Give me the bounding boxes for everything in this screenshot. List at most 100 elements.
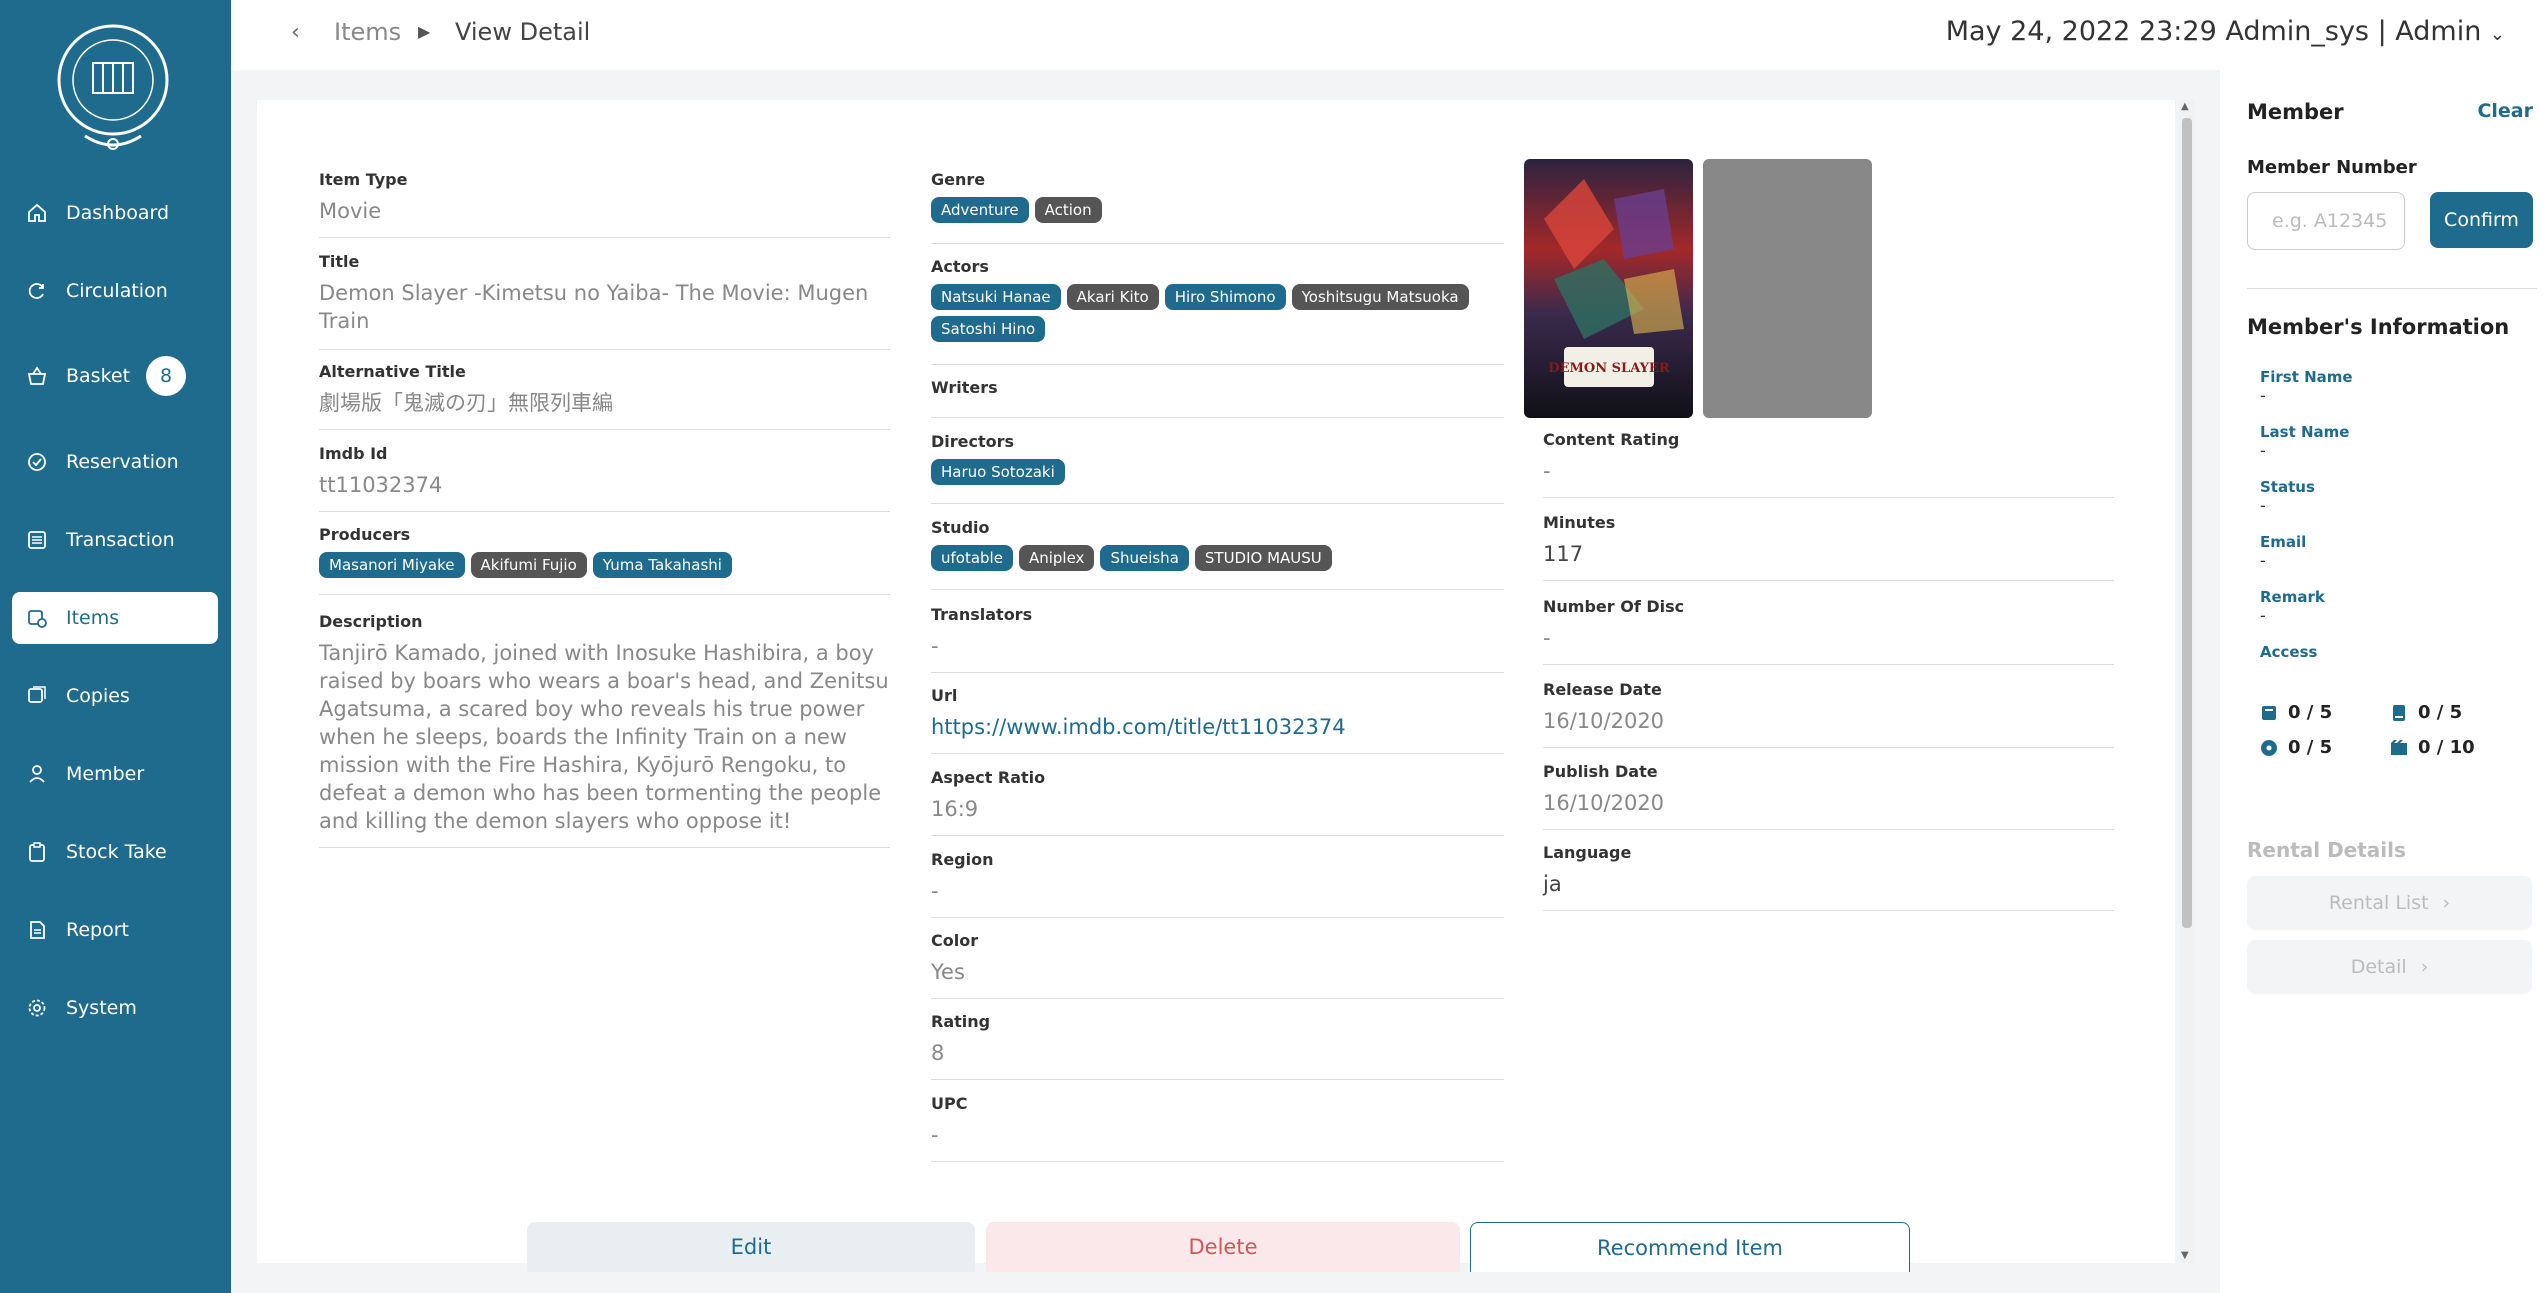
info-last-name: Last Name - — [2260, 423, 2350, 460]
field-studio: Studio ufotable Aniplex Shueisha STUDIO … — [931, 518, 1504, 590]
producer-tag: Akifumi Fujio — [470, 552, 587, 578]
sidebar-item-label: Report — [66, 919, 129, 941]
member-panel-title: Member — [2247, 100, 2344, 124]
actor-tag: Satoshi Hino — [931, 316, 1046, 342]
studio-tag: Aniplex — [1018, 545, 1095, 571]
breadcrumb-separator-icon: ▶ — [418, 22, 431, 41]
actor-tag: Yoshitsugu Matsuoka — [1291, 284, 1469, 310]
genre-tag: Adventure — [931, 197, 1029, 223]
field-url: Url https://www.imdb.com/title/tt1103237… — [931, 686, 1504, 754]
recommend-item-button[interactable]: Recommend Item — [1470, 1222, 1910, 1272]
quota-film: 0 / 10 — [2390, 737, 2475, 758]
actor-tag: Akari Kito — [1066, 284, 1159, 310]
sidebar-item-label: Circulation — [66, 280, 168, 302]
sidebar-item-basket[interactable]: Basket 8 — [12, 350, 218, 402]
book-stack-icon — [2260, 704, 2278, 722]
poster-image[interactable]: DEMON SLAYER — [1524, 159, 1693, 418]
sidebar-item-report[interactable]: Report — [12, 904, 218, 956]
rental-list-button[interactable]: Rental List › — [2247, 876, 2532, 930]
chevron-down-icon: ⌄ — [2489, 24, 2505, 45]
field-imdb-id: Imdb Id tt11032374 — [319, 444, 890, 512]
confirm-button[interactable]: Confirm — [2430, 192, 2533, 248]
actor-tag: Hiro Shimono — [1164, 284, 1286, 310]
clipboard-icon — [24, 839, 50, 865]
field-color: Color Yes — [931, 931, 1504, 999]
delete-button[interactable]: Delete — [986, 1222, 1460, 1272]
info-email: Email - — [2260, 533, 2307, 570]
field-language: Language ja — [1543, 843, 2114, 911]
sidebar-item-dashboard[interactable]: Dashboard — [12, 187, 218, 239]
breadcrumb-current: View Detail — [455, 18, 591, 46]
document-icon — [24, 917, 50, 943]
sidebar-item-items[interactable]: Items — [12, 592, 218, 644]
clear-button[interactable]: Clear — [2477, 100, 2533, 122]
sidebar-item-reservation[interactable]: Reservation — [12, 436, 218, 488]
quota-disc: 0 / 5 — [2260, 737, 2332, 758]
sidebar-item-circulation[interactable]: Circulation — [12, 265, 218, 317]
genre-tag: Action — [1034, 197, 1102, 223]
field-alternative-title: Alternative Title 劇場版「鬼滅の刃」無限列車編 — [319, 362, 890, 430]
quota-book-stack: 0 / 5 — [2260, 702, 2332, 723]
field-publish-date: Publish Date 16/10/2020 — [1543, 762, 2114, 830]
sidebar: Dashboard Circulation Basket 8 Reservati… — [0, 0, 231, 1293]
field-content-rating: Content Rating - — [1543, 430, 2114, 498]
field-producers: Producers Masanori Miyake Akifumi Fujio … — [319, 525, 890, 595]
scrollbar-thumb[interactable] — [2182, 118, 2192, 928]
member-number-label: Member Number — [2247, 157, 2417, 178]
quota-book: 0 / 5 — [2390, 702, 2462, 723]
basket-count-badge: 8 — [146, 356, 187, 396]
poster-placeholder[interactable] — [1703, 159, 1872, 418]
divider — [2247, 288, 2537, 289]
field-rating: Rating 8 — [931, 1012, 1504, 1080]
sidebar-item-label: Stock Take — [66, 841, 167, 863]
info-status: Status - — [2260, 478, 2315, 515]
refresh-icon — [24, 278, 50, 304]
sidebar-item-label: Copies — [66, 685, 130, 707]
user-datetime-menu[interactable]: May 24, 2022 23:29 Admin_sys | Admin ⌄ — [1946, 16, 2505, 47]
back-chevron-icon[interactable]: ‹ — [291, 20, 300, 45]
poster-title-text: DEMON SLAYER — [1548, 361, 1669, 376]
breadcrumb-items[interactable]: Items — [334, 18, 401, 46]
edit-button[interactable]: Edit — [527, 1222, 975, 1272]
scroll-up-arrow-icon[interactable]: ▲ — [2181, 101, 2189, 112]
detail-button[interactable]: Detail › — [2247, 940, 2532, 994]
sidebar-item-label: System — [66, 997, 137, 1019]
chevron-right-icon: › — [2420, 956, 2429, 978]
sidebar-item-label: Basket — [66, 365, 131, 387]
top-header: ‹ Items ▶ View Detail May 24, 2022 23:29… — [231, 0, 2545, 70]
info-remark: Remark - — [2260, 588, 2325, 625]
film-icon — [2390, 739, 2408, 757]
club-logo — [57, 24, 169, 150]
field-number-of-disc: Number Of Disc - — [1543, 597, 2114, 665]
user-icon — [24, 761, 50, 787]
gear-icon — [24, 995, 50, 1021]
field-description: Description Tanjirō Kamado, joined with … — [319, 612, 890, 848]
sidebar-item-label: Dashboard — [66, 202, 170, 224]
items-icon — [24, 605, 50, 631]
check-circle-icon — [24, 449, 50, 475]
sidebar-item-system[interactable]: System — [12, 982, 218, 1034]
field-minutes: Minutes 117 — [1543, 513, 2114, 581]
producer-tag: Yuma Takahashi — [592, 552, 732, 578]
director-tag: Haruo Sotozaki — [931, 459, 1065, 485]
field-aspect-ratio: Aspect Ratio 16:9 — [931, 768, 1504, 836]
sidebar-item-stock-take[interactable]: Stock Take — [12, 826, 218, 878]
sidebar-item-transaction[interactable]: Transaction — [12, 514, 218, 566]
book-icon — [2390, 704, 2408, 722]
member-panel: Member Clear Member Number Confirm Membe… — [2220, 70, 2545, 1293]
actor-tag: Natsuki Hanae — [931, 284, 1061, 310]
sidebar-item-member[interactable]: Member — [12, 748, 218, 800]
copies-icon — [24, 683, 50, 709]
home-icon — [24, 200, 50, 226]
studio-tag: ufotable — [931, 545, 1013, 571]
member-info-title: Member's Information — [2247, 315, 2510, 339]
imdb-url-link[interactable]: https://www.imdb.com/title/tt11032374 — [931, 713, 1504, 741]
sidebar-item-copies[interactable]: Copies — [12, 670, 218, 722]
scroll-down-arrow-icon[interactable]: ▼ — [2181, 1250, 2189, 1261]
sidebar-item-label: Member — [66, 763, 145, 785]
sidebar-item-label: Items — [66, 607, 120, 629]
field-region: Region - — [931, 850, 1504, 918]
member-number-input[interactable] — [2247, 192, 2405, 250]
producer-tag: Masanori Miyake — [319, 552, 465, 578]
studio-tag: Shueisha — [1100, 545, 1189, 571]
